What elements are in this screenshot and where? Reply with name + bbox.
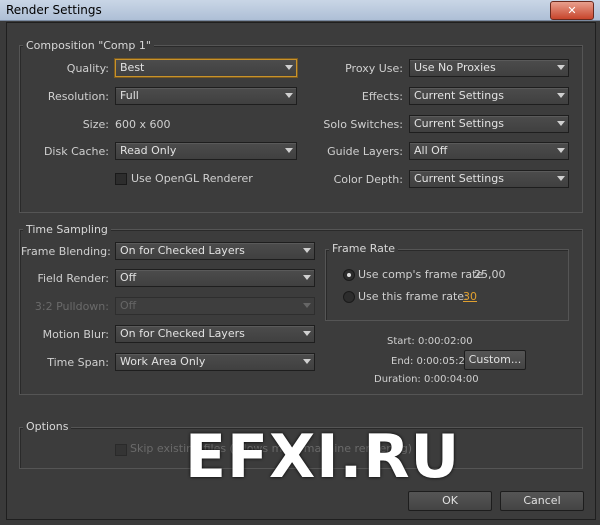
quality-value: Best [120, 61, 145, 74]
cancel-button[interactable]: Cancel [500, 491, 584, 511]
pulldown-dropdown[interactable]: Off [115, 297, 315, 315]
chevron-down-icon [303, 331, 311, 336]
duration-time: Duration: 0:00:04:00 [374, 374, 479, 385]
chevron-down-icon [285, 93, 293, 98]
effects-dropdown[interactable]: Current Settings [409, 87, 569, 105]
use-this-rate-radio[interactable] [343, 291, 355, 303]
custom-button-label: Custom... [468, 353, 522, 366]
field-render-dropdown[interactable]: Off [115, 269, 315, 287]
use-this-rate-label: Use this frame rate: [358, 290, 468, 303]
color-depth-label: Color Depth: [333, 173, 403, 186]
chevron-down-icon [557, 176, 565, 181]
opengl-label: Use OpenGL Renderer [131, 172, 253, 185]
proxy-use-value: Use No Proxies [414, 61, 496, 74]
guide-layers-value: All Off [414, 144, 448, 157]
guide-layers-label: Guide Layers: [327, 145, 403, 158]
comp-rate-value: 25,00 [474, 268, 506, 281]
solo-switches-value: Current Settings [414, 117, 504, 130]
guide-layers-dropdown[interactable]: All Off [409, 142, 569, 160]
size-value: 600 x 600 [115, 118, 171, 131]
time-span-label: Time Span: [47, 356, 109, 369]
chevron-down-icon [557, 121, 565, 126]
skip-existing-checkbox[interactable] [115, 444, 127, 456]
chevron-down-icon [303, 248, 311, 253]
frame-blending-dropdown[interactable]: On for Checked Layers [115, 242, 315, 260]
chevron-down-icon [285, 148, 293, 153]
color-depth-dropdown[interactable]: Current Settings [409, 170, 569, 188]
chevron-down-icon [303, 359, 311, 364]
ok-button[interactable]: OK [408, 491, 492, 511]
start-time: Start: 0:00:02:00 [387, 336, 473, 347]
chevron-down-icon [557, 93, 565, 98]
options-group-title: Options [23, 420, 72, 433]
cancel-button-label: Cancel [523, 494, 561, 507]
motion-blur-label: Motion Blur: [42, 328, 109, 341]
solo-switches-label: Solo Switches: [323, 118, 403, 131]
composition-group-title: Composition "Comp 1" [23, 39, 154, 52]
frame-rate-group-title: Frame Rate [329, 242, 398, 255]
effects-value: Current Settings [414, 89, 504, 102]
window-title: Render Settings [6, 3, 102, 17]
resolution-value: Full [120, 89, 139, 102]
chevron-down-icon [303, 303, 311, 308]
field-render-label: Field Render: [37, 272, 109, 285]
motion-blur-dropdown[interactable]: On for Checked Layers [115, 325, 315, 343]
frame-rate-group [325, 249, 569, 321]
chevron-down-icon [285, 65, 293, 70]
time-sampling-group-title: Time Sampling [23, 223, 111, 236]
frame-blending-label: Frame Blending: [21, 245, 111, 258]
chevron-down-icon [557, 65, 565, 70]
time-span-value: Work Area Only [120, 355, 206, 368]
resolution-dropdown[interactable]: Full [115, 87, 297, 105]
this-rate-input[interactable]: 30 [463, 290, 477, 303]
quality-label: Quality: [66, 62, 109, 75]
disk-cache-value: Read Only [120, 144, 177, 157]
resolution-label: Resolution: [47, 90, 109, 103]
pulldown-value: Off [120, 299, 137, 312]
end-time: End: 0:00:05:24 [391, 356, 472, 367]
disk-cache-label: Disk Cache: [43, 145, 109, 158]
time-span-dropdown[interactable]: Work Area Only [115, 353, 315, 371]
color-depth-value: Current Settings [414, 172, 504, 185]
size-label: Size: [82, 118, 109, 131]
title-bar: Render Settings ✕ [0, 0, 600, 21]
close-button[interactable]: ✕ [550, 1, 594, 20]
pulldown-label: 3:2 Pulldown: [34, 300, 109, 313]
quality-dropdown[interactable]: Best [115, 59, 297, 77]
custom-button[interactable]: Custom... [464, 350, 526, 370]
proxy-use-dropdown[interactable]: Use No Proxies [409, 59, 569, 77]
use-comp-rate-label: Use comp's frame rate [358, 268, 484, 281]
opengl-checkbox[interactable] [115, 173, 127, 185]
solo-switches-dropdown[interactable]: Current Settings [409, 115, 569, 133]
field-render-value: Off [120, 271, 137, 284]
chevron-down-icon [303, 275, 311, 280]
ok-button-label: OK [442, 494, 458, 507]
watermark: EFXI.RU [185, 422, 461, 492]
chevron-down-icon [557, 148, 565, 153]
proxy-use-label: Proxy Use: [345, 62, 403, 75]
frame-blending-value: On for Checked Layers [120, 244, 245, 257]
close-icon: ✕ [567, 4, 577, 17]
motion-blur-value: On for Checked Layers [120, 327, 245, 340]
disk-cache-dropdown[interactable]: Read Only [115, 142, 297, 160]
use-comp-rate-radio[interactable] [343, 269, 355, 281]
effects-label: Effects: [361, 90, 403, 103]
